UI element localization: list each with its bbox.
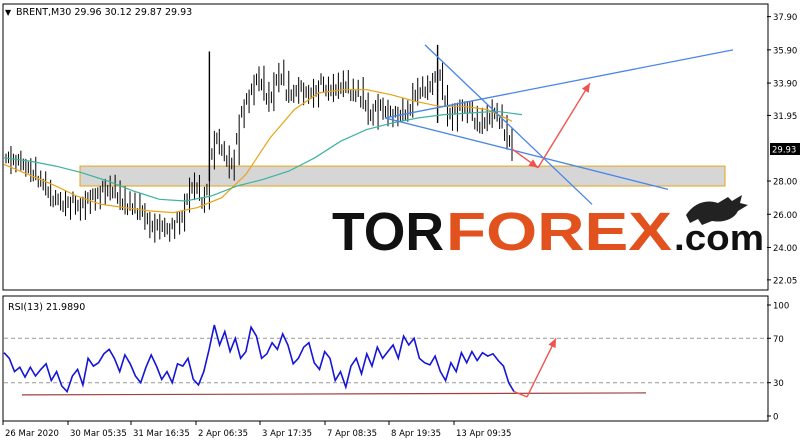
time-tick-label: 2 Apr 06:35	[198, 429, 248, 439]
rsi-title: RSI(13) 21.9890	[8, 302, 85, 313]
watermark-tor: TOR	[332, 202, 444, 262]
price-tick-label: 31.95	[773, 112, 797, 122]
watermark-com: .com	[674, 217, 764, 258]
price-tick-label: 33.90	[773, 80, 797, 90]
rsi-axis: 100 70 30 0	[767, 302, 789, 423]
time-tick-label: 30 Mar 05:35	[70, 429, 127, 439]
time-tick-label: 26 Mar 2020	[5, 429, 59, 439]
time-tick-label: 13 Apr 09:35	[456, 429, 511, 439]
dropdown-icon[interactable]: ▼	[5, 8, 12, 17]
price-tick-label: 24.00	[773, 244, 797, 254]
support-zone	[79, 165, 726, 187]
rsi-tick-label: 0	[773, 413, 778, 423]
chart-svg: TOR FOREX .com ▼ BRENT,M30 29.96 30.12 2…	[2, 3, 800, 439]
price-tick-label: 26.00	[773, 211, 797, 221]
rsi-tick-label: 30	[773, 379, 784, 389]
current-price-label: 29.93	[772, 145, 796, 155]
symbol-info: BRENT,M30 29.96 30.12 29.87 29.93	[16, 7, 192, 18]
rsi-tick-label: 100	[773, 302, 789, 312]
price-tick-label: 28.00	[773, 178, 797, 188]
watermark: TOR FOREX .com	[332, 195, 764, 262]
time-tick-label: 7 Apr 08:35	[327, 429, 377, 439]
price-axis: 37.90 35.90 33.90 31.95 29.93 28.00 26.00 24.00…	[767, 13, 800, 286]
rsi-tick-label: 70	[773, 335, 784, 345]
time-tick-label: 8 Apr 19:35	[391, 429, 441, 439]
price-tick-label: 35.90	[773, 46, 797, 56]
time-axis: 26 Mar 2020 30 Mar 05:35 31 Mar 16:35 2 Apr…	[2, 421, 511, 439]
price-tick-label: 22.05	[773, 276, 797, 286]
time-tick-label: 31 Mar 16:35	[133, 429, 190, 439]
watermark-forex: FOREX	[446, 202, 672, 262]
time-tick-label: 3 Apr 17:35	[262, 429, 312, 439]
rsi-panel	[2, 295, 769, 422]
price-tick-label: 37.90	[773, 13, 797, 23]
